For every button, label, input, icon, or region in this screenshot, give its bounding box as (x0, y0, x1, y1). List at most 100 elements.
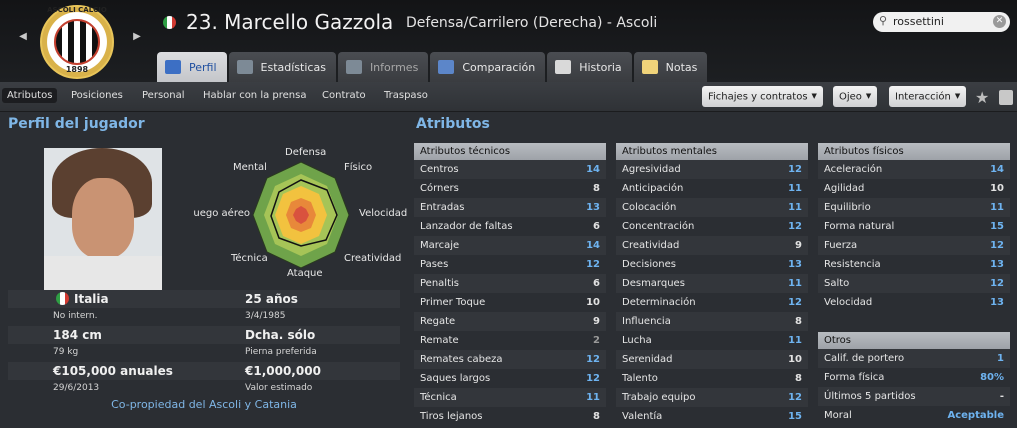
attribute-row[interactable]: Penaltis 6 (414, 274, 606, 293)
attribute-row[interactable]: Desmarques 11 (616, 274, 808, 293)
attribute-value: 6 (593, 278, 600, 289)
attribute-row[interactable]: Resistencia 13 (818, 255, 1010, 274)
notepad-icon[interactable] (999, 90, 1013, 105)
attribute-value: 12 (788, 164, 802, 175)
attribute-name: Agresividad (622, 164, 681, 175)
attribute-row[interactable]: Valentía 15 (616, 407, 808, 426)
attribute-name: Fuerza (824, 240, 858, 251)
attribute-row[interactable]: Forma física 80% (818, 368, 1010, 387)
attribute-row[interactable]: Aceleración 14 (818, 160, 1010, 179)
attribute-name: Resistencia (824, 259, 881, 270)
attribute-row[interactable]: Saques largos 12 (414, 369, 606, 388)
tab-label: Estadísticas (260, 60, 326, 74)
attribute-row[interactable]: Trabajo equipo 12 (616, 388, 808, 407)
tab-label: Notas (665, 60, 698, 74)
attribute-row[interactable]: Técnica 11 (414, 388, 606, 407)
attribute-row[interactable]: Marcaje 14 (414, 236, 606, 255)
attribute-row[interactable]: Remate 2 (414, 331, 606, 350)
tab-compare[interactable]: Comparación (430, 52, 546, 82)
attribute-row[interactable]: Córners 8 (414, 179, 606, 198)
attribute-row[interactable]: Agresividad 12 (616, 160, 808, 179)
player-name: 23. Marcello Gazzola (186, 10, 394, 34)
attribute-row[interactable]: Lanzador de faltas 6 (414, 217, 606, 236)
column-header: Atributos físicos (818, 143, 1010, 160)
attribute-row[interactable]: Lucha 11 (616, 331, 808, 350)
attribute-row[interactable]: Velocidad 13 (818, 293, 1010, 312)
attribute-row[interactable]: Serenidad 10 (616, 350, 808, 369)
attribute-row[interactable]: Moral Aceptable (818, 406, 1010, 425)
attribute-row[interactable]: Pases 12 (414, 255, 606, 274)
attribute-row[interactable]: Decisiones 13 (616, 255, 808, 274)
tab-label: Historia (579, 60, 622, 74)
previous-arrow-icon[interactable]: ◀ (16, 30, 30, 44)
attribute-row[interactable]: Regate 9 (414, 312, 606, 331)
tab-notes[interactable]: Notas (633, 52, 708, 82)
scout-dropdown[interactable]: Ojeo ▼ (833, 86, 878, 107)
subnav-atributos[interactable]: Atributos (2, 88, 58, 103)
preferred-foot-label: Pierna preferida (245, 347, 317, 357)
attribute-name: Tiros lejanos (420, 411, 483, 422)
attribute-row[interactable]: Forma natural 15 (818, 217, 1010, 236)
profile-title: Perfil del jugador (8, 116, 145, 132)
attribute-row[interactable]: Calif. de portero 1 (818, 349, 1010, 368)
attribute-row[interactable]: Equilibrio 11 (818, 198, 1010, 217)
attribute-row[interactable]: Últimos 5 partidos - (818, 387, 1010, 406)
attribute-name: Desmarques (622, 278, 685, 289)
attribute-row[interactable]: Remates cabeza 12 (414, 350, 606, 369)
subnav-traspaso[interactable]: Traspaso (379, 88, 433, 103)
attribute-value: 13 (586, 202, 600, 213)
tab-stats[interactable]: Estadísticas (228, 52, 336, 82)
attribute-value: 2 (593, 335, 600, 346)
attribute-row[interactable]: Concentración 12 (616, 217, 808, 236)
attribute-name: Talento (622, 373, 658, 384)
preferred-foot: Dcha. sólo (245, 328, 316, 342)
tab-history[interactable]: Historia (547, 52, 632, 82)
attribute-name: Calif. de portero (824, 353, 905, 364)
attribute-value: 12 (990, 240, 1004, 251)
search-field[interactable]: ⚲ rossettini ✕ (873, 12, 1010, 32)
attribute-row[interactable]: Talento 8 (616, 369, 808, 388)
next-arrow-icon[interactable]: ▶ (130, 30, 144, 44)
dropdown-label: Fichajes y contratos (708, 91, 808, 103)
player-photo (44, 148, 162, 290)
attribute-row[interactable]: Anticipación 11 (616, 179, 808, 198)
technical-attributes: Atributos técnicos Centros 14 Córners 8 Entra… (414, 143, 606, 426)
attribute-name: Determinación (622, 297, 696, 308)
attributes-title: Atributos (416, 116, 490, 132)
attribute-row[interactable]: Determinación 12 (616, 293, 808, 312)
tab-profile[interactable]: Perfil (157, 52, 227, 82)
clear-search-icon[interactable]: ✕ (993, 15, 1006, 28)
attribute-value: 12 (586, 259, 600, 270)
subnav-press[interactable]: Hablar con la prensa (198, 88, 311, 103)
radar-label-tecnica: Técnica (231, 253, 268, 264)
attribute-name: Remate (420, 335, 459, 346)
attribute-row[interactable]: Colocación 11 (616, 198, 808, 217)
star-icon[interactable]: ★ (975, 88, 989, 107)
interaction-dropdown[interactable]: Interacción ▼ (889, 86, 967, 107)
attribute-row[interactable]: Primer Toque 10 (414, 293, 606, 312)
tab-reports[interactable]: Informes (337, 52, 429, 82)
market-value: €1,000,000 (245, 364, 321, 378)
attribute-row[interactable]: Creatividad 9 (616, 236, 808, 255)
attribute-row[interactable]: Fuerza 12 (818, 236, 1010, 255)
subnav-contrato[interactable]: Contrato (317, 88, 371, 103)
attribute-row[interactable]: Salto 12 (818, 274, 1010, 293)
subnav-personal[interactable]: Personal (137, 88, 190, 103)
attribute-row[interactable]: Agilidad 10 (818, 179, 1010, 198)
transfers-contracts-dropdown[interactable]: Fichajes y contratos ▼ (702, 86, 823, 107)
attribute-name: Creatividad (622, 240, 680, 251)
caret-down-icon: ▼ (865, 92, 872, 100)
radar-label-fisico: Físico (344, 162, 373, 173)
photo-shirt (44, 256, 162, 290)
attribute-row[interactable]: Entradas 13 (414, 198, 606, 217)
attribute-row[interactable]: Centros 14 (414, 160, 606, 179)
attribute-value: 13 (990, 259, 1004, 270)
attribute-row[interactable]: Tiros lejanos 8 (414, 407, 606, 426)
attribute-value: 12 (586, 354, 600, 365)
search-icon: ⚲ (879, 14, 888, 27)
attribute-name: Decisiones (622, 259, 676, 270)
attribute-row[interactable]: Influencia 8 (616, 312, 808, 331)
subnav-posiciones[interactable]: Posiciones (66, 88, 128, 103)
attribute-value: 6 (593, 221, 600, 232)
co-ownership-link[interactable]: Co-propiedad del Ascoli y Catania (8, 398, 400, 411)
